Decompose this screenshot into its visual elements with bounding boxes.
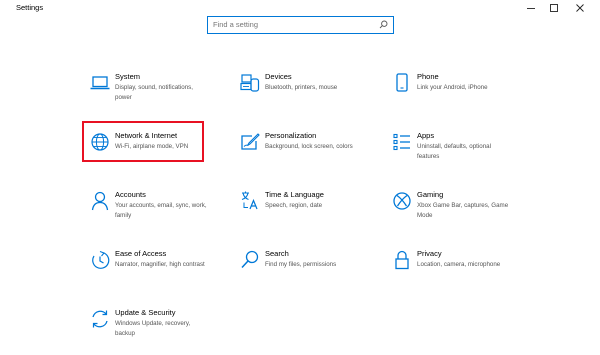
category-description: Uninstall, defaults, optional features bbox=[417, 143, 491, 160]
category-name: Search bbox=[265, 249, 289, 258]
category-gaming[interactable]: Gaming Xbox Game Bar, captures, Game Mod… bbox=[387, 189, 512, 237]
category-devices[interactable]: Devices Bluetooth, printers, mouse bbox=[235, 71, 360, 119]
category-name: Phone bbox=[417, 72, 439, 81]
category-update-security[interactable]: Update & Security Windows Update, recove… bbox=[85, 307, 210, 355]
category-name: Ease of Access bbox=[115, 249, 167, 258]
category-name: Accounts bbox=[115, 190, 146, 199]
category-accounts[interactable]: Accounts Your accounts, email, sync, wor… bbox=[85, 189, 210, 237]
category-description: Background, lock screen, colors bbox=[265, 143, 353, 150]
category-name: Privacy bbox=[417, 249, 442, 258]
category-name: System bbox=[115, 72, 141, 81]
category-description: Display, sound, notifications, power bbox=[115, 84, 193, 101]
category-name: Personalization bbox=[265, 131, 317, 140]
sync-icon bbox=[89, 308, 111, 330]
xbox-icon bbox=[391, 190, 413, 212]
window-title: Settings bbox=[16, 3, 44, 12]
close-button[interactable] bbox=[567, 0, 593, 16]
category-description: Link your Android, iPhone bbox=[417, 84, 488, 91]
minimize-icon bbox=[527, 8, 535, 9]
search-icon bbox=[379, 20, 388, 29]
maximize-icon bbox=[550, 4, 558, 12]
search-box[interactable] bbox=[207, 16, 394, 34]
keyboard-icon bbox=[239, 72, 261, 94]
category-name: Apps bbox=[417, 131, 435, 140]
category-search[interactable]: Search Find my files, permissions bbox=[235, 248, 360, 296]
category-personalization[interactable]: Personalization Background, lock screen,… bbox=[235, 130, 360, 178]
person-icon bbox=[89, 190, 111, 212]
category-name: Update & Security bbox=[115, 308, 176, 317]
category-apps[interactable]: Apps Uninstall, defaults, optional featu… bbox=[387, 130, 512, 178]
category-description: Bluetooth, printers, mouse bbox=[265, 84, 338, 91]
category-name: Time & Language bbox=[265, 190, 324, 199]
close-icon bbox=[576, 4, 584, 12]
lock-icon bbox=[391, 249, 413, 271]
time-language-icon bbox=[239, 190, 261, 212]
category-ease-of-access[interactable]: Ease of Access Narrator, magnifier, high… bbox=[85, 248, 210, 296]
ease-of-access-icon bbox=[89, 249, 111, 271]
category-description: Your accounts, email, sync, work, family bbox=[115, 202, 207, 219]
search-icon bbox=[239, 249, 261, 271]
category-privacy[interactable]: Privacy Location, camera, microphone bbox=[387, 248, 512, 296]
category-description: Location, camera, microphone bbox=[417, 261, 501, 268]
category-system[interactable]: System Display, sound, notifications, po… bbox=[85, 71, 210, 119]
phone-icon bbox=[391, 72, 413, 94]
category-description: Narrator, magnifier, high contrast bbox=[115, 261, 205, 268]
paint-icon bbox=[239, 131, 261, 153]
category-time-language[interactable]: Time & Language Speech, region, date bbox=[235, 189, 360, 237]
category-description: Find my files, permissions bbox=[265, 261, 337, 268]
category-name: Gaming bbox=[417, 190, 444, 199]
category-phone[interactable]: Phone Link your Android, iPhone bbox=[387, 71, 512, 119]
category-description: Windows Update, recovery, backup bbox=[115, 320, 191, 337]
laptop-icon bbox=[89, 72, 111, 94]
category-description: Xbox Game Bar, captures, Game Mode bbox=[417, 202, 509, 219]
maximize-button[interactable] bbox=[541, 0, 567, 16]
apps-list-icon bbox=[391, 131, 413, 153]
category-name: Devices bbox=[265, 72, 292, 81]
highlight-box bbox=[82, 121, 204, 162]
search-input[interactable] bbox=[213, 18, 373, 31]
category-description: Speech, region, date bbox=[265, 202, 323, 209]
